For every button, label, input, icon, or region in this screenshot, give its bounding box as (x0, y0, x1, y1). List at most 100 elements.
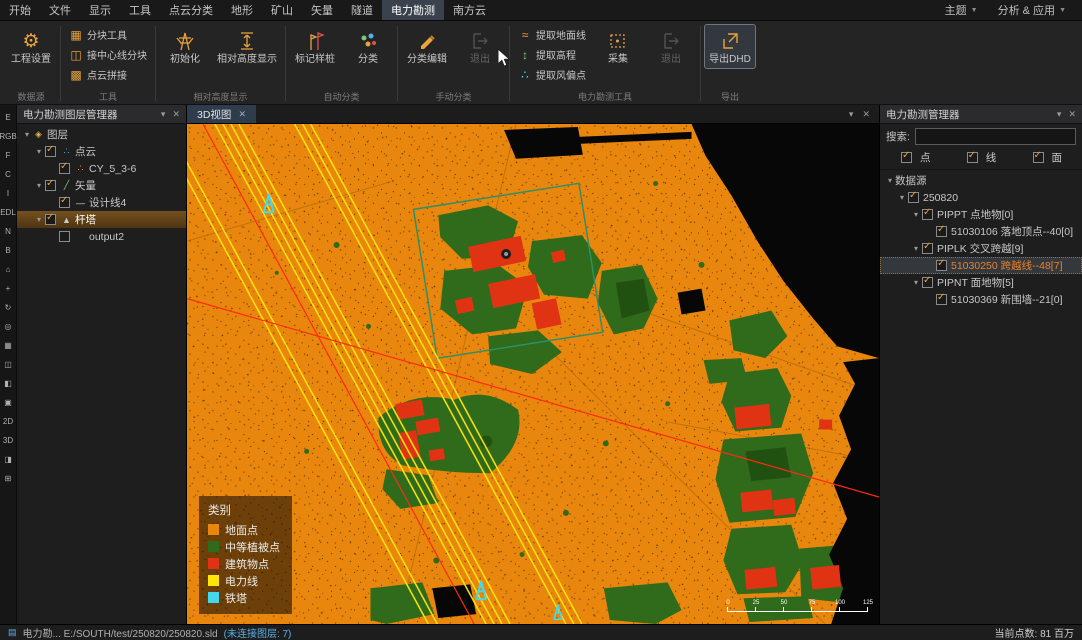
tree-expander-icon[interactable]: ▾ (22, 130, 32, 139)
tree-checkbox[interactable] (45, 180, 56, 191)
tree-expander-icon[interactable]: ▾ (911, 278, 921, 287)
checkbox-icon[interactable] (901, 152, 912, 163)
tree-row[interactable]: ▾ PIPLK 交叉跨越[9] (880, 240, 1082, 257)
filter-checkbox[interactable]: 点 (900, 150, 931, 165)
viewport-3d[interactable]: 类别 地面点 中等植被点 建筑物点 (187, 124, 879, 624)
tree-checkbox[interactable] (936, 226, 947, 237)
strip-tool[interactable]: ◫ (0, 355, 16, 374)
strip-tool[interactable]: + (0, 279, 16, 298)
strip-tool[interactable]: ⊞ (0, 469, 16, 488)
strip-tool[interactable]: ◨ (0, 450, 16, 469)
tree-checkbox[interactable] (45, 214, 56, 225)
menu-item[interactable]: 工具 (120, 0, 160, 20)
menu-item[interactable]: 点云分类 (160, 0, 222, 20)
panel-close-button[interactable]: ✕ (1068, 109, 1076, 120)
tree-expander-icon[interactable]: ▾ (885, 176, 895, 185)
tree-checkbox[interactable] (908, 192, 919, 203)
tab-3d-view[interactable]: 3D视图 ✕ (187, 105, 256, 123)
strip-tool[interactable]: ⌂ (0, 260, 16, 279)
panel-close-button[interactable]: ✕ (172, 109, 180, 120)
tree-checkbox[interactable] (936, 260, 947, 271)
menu-item[interactable]: 地形 (222, 0, 262, 20)
strip-tool[interactable]: 3D (0, 431, 16, 450)
mark-stake-button[interactable]: 标记样桩 (290, 25, 340, 68)
exit-collect-button[interactable]: 退出 (646, 25, 696, 68)
tree-row[interactable]: ▾ 数据源 (880, 172, 1082, 189)
menu-item[interactable]: 显示 (80, 0, 120, 20)
strip-tool[interactable]: ◎ (0, 317, 16, 336)
strip-tool[interactable]: B (0, 241, 16, 260)
tree-checkbox[interactable] (59, 197, 70, 208)
menu-item[interactable]: 南方云 (444, 0, 495, 20)
centerline-block-button[interactable]: ◫ 接中心线分块 (65, 45, 151, 64)
tree-row[interactable]: ▾ 杆塔 (17, 211, 186, 228)
tab-list-dropdown-icon[interactable]: ▾ (849, 109, 854, 120)
strip-tool[interactable]: E (0, 108, 16, 127)
analysis-apps-dropdown[interactable]: 分析 & 应用 ▼ (990, 2, 1074, 18)
initialize-button[interactable]: 初始化 (160, 25, 210, 68)
menu-item[interactable]: 文件 (40, 0, 80, 20)
tree-row[interactable]: 51030250 跨越线--48[7] (880, 257, 1082, 274)
tree-row[interactable]: CY_5_3-6 (17, 160, 186, 177)
tree-row[interactable]: 51030106 落地顶点--40[0] (880, 223, 1082, 240)
tab-close-icon[interactable]: ✕ (238, 109, 246, 120)
strip-tool[interactable]: N (0, 222, 16, 241)
tabbar-close-icon[interactable]: ✕ (862, 109, 870, 120)
classify-edit-button[interactable]: 分类编辑 (402, 25, 452, 68)
tree-row[interactable]: ▾ 250820 (880, 189, 1082, 206)
menu-item[interactable]: 电力勘测 (382, 0, 444, 20)
tree-row[interactable]: ▾ 矢量 (17, 177, 186, 194)
tree-checkbox[interactable] (45, 146, 56, 157)
strip-tool[interactable]: ↻ (0, 298, 16, 317)
tree-expander-icon[interactable]: ▾ (897, 193, 907, 202)
strip-tool[interactable]: C (0, 165, 16, 184)
export-dhd-button[interactable]: 导出DHD (705, 25, 755, 68)
menu-item[interactable]: 矿山 (262, 0, 302, 20)
tree-row[interactable]: ▾ PIPPT 点地物[0] (880, 206, 1082, 223)
tree-checkbox[interactable] (922, 243, 933, 254)
tree-row[interactable]: ▾ 点云 (17, 143, 186, 160)
strip-tool[interactable]: 2D (0, 412, 16, 431)
strip-tool[interactable]: RGB (0, 127, 16, 146)
tree-row[interactable]: output2 (17, 228, 186, 245)
strip-tool[interactable]: EDL (0, 203, 16, 222)
tree-expander-icon[interactable]: ▾ (34, 215, 44, 224)
checkbox-icon[interactable] (1033, 152, 1044, 163)
extract-elevation-button[interactable]: ↕ 提取高程 (514, 45, 590, 64)
tree-row[interactable]: ▾ 图层 (17, 126, 186, 143)
tree-row[interactable]: 设计线4 (17, 194, 186, 211)
panel-collapse-button[interactable]: ▾ (1057, 109, 1062, 120)
relative-height-button[interactable]: 相对高度显示 (213, 25, 281, 68)
theme-dropdown[interactable]: 主题 ▼ (937, 2, 986, 18)
strip-tool[interactable]: I (0, 184, 16, 203)
strip-tool[interactable]: ▦ (0, 336, 16, 355)
menu-item[interactable]: 开始 (0, 0, 40, 20)
strip-tool[interactable]: ▣ (0, 393, 16, 412)
tree-expander-icon[interactable]: ▾ (911, 210, 921, 219)
panel-collapse-button[interactable]: ▾ (161, 109, 166, 120)
tree-checkbox[interactable] (59, 231, 70, 242)
menu-item[interactable]: 隧道 (342, 0, 382, 20)
tree-checkbox[interactable] (922, 209, 933, 220)
tree-expander-icon[interactable]: ▾ (911, 244, 921, 253)
tree-expander-icon[interactable]: ▾ (34, 147, 44, 156)
tree-row[interactable]: 51030369 新围墙--21[0] (880, 291, 1082, 308)
filter-checkbox[interactable]: 线 (966, 150, 997, 165)
menu-item[interactable]: 矢量 (302, 0, 342, 20)
classify-button[interactable]: 分类 (343, 25, 393, 68)
extract-ground-line-button[interactable]: ≈ 提取地面线 (514, 25, 590, 44)
tree-checkbox[interactable] (922, 277, 933, 288)
search-input[interactable] (915, 128, 1076, 145)
tree-expander-icon[interactable]: ▾ (34, 181, 44, 190)
checkbox-icon[interactable] (967, 152, 978, 163)
tree-checkbox[interactable] (59, 163, 70, 174)
collect-button[interactable]: 采集 (593, 25, 643, 68)
strip-tool[interactable]: ◧ (0, 374, 16, 393)
tree-row[interactable]: ▾ PIPNT 面地物[5] (880, 274, 1082, 291)
extract-wind-offset-button[interactable]: ∴ 提取风偏点 (514, 65, 590, 84)
strip-tool[interactable]: F (0, 146, 16, 165)
project-settings-button[interactable]: ⚙ 工程设置 (6, 25, 56, 68)
tree-checkbox[interactable] (936, 294, 947, 305)
filter-checkbox[interactable]: 面 (1032, 150, 1063, 165)
block-tool-button[interactable]: ▦ 分块工具 (65, 25, 131, 44)
